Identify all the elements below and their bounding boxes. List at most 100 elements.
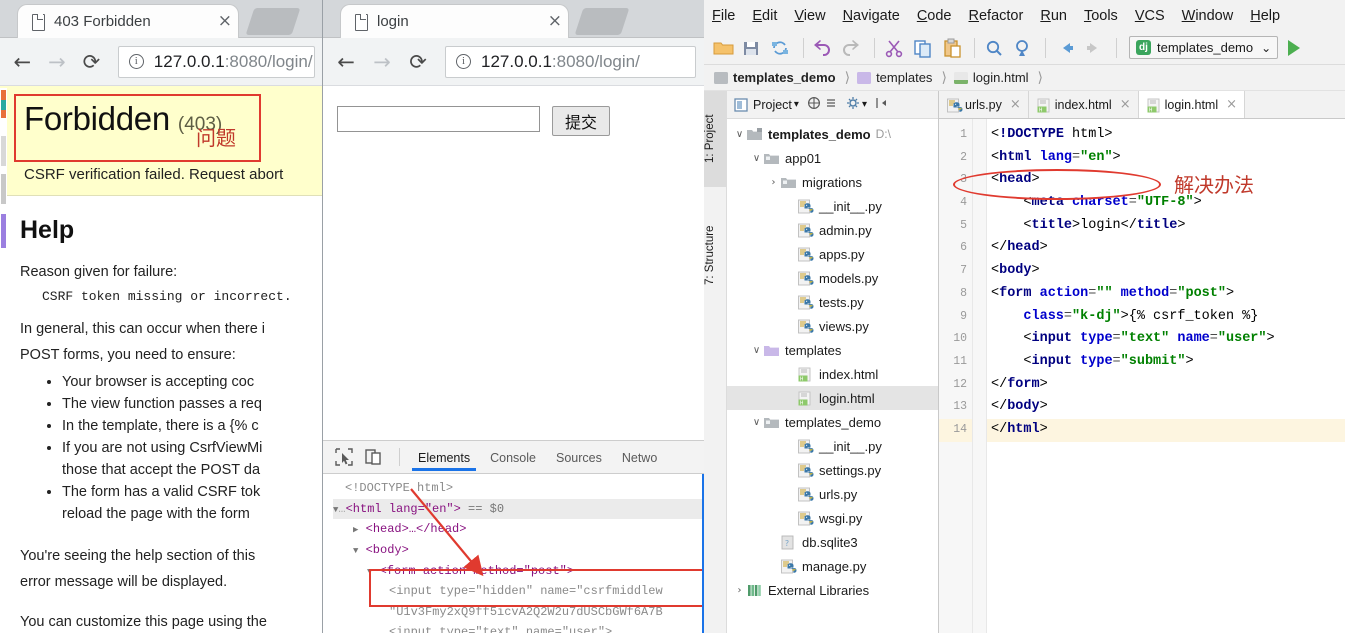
open-folder-icon[interactable] [710,36,737,60]
editor-tab-login-html[interactable]: Hlogin.html × [1138,91,1246,118]
chevron-down-icon[interactable]: ∨ [750,417,763,428]
chevron-right-icon[interactable]: › [733,585,746,596]
inspect-element-icon[interactable] [331,445,357,469]
devtools-tab-elements[interactable]: Elements [408,444,480,471]
forward-icon[interactable]: → [367,47,397,77]
back-icon[interactable]: ← [8,47,37,77]
dom-html-node[interactable]: ▼…<html lang="en"> == $0 [333,498,704,520]
tree-item-admin-py[interactable]: admin.py [727,218,938,242]
menu-item-code[interactable]: Code [917,8,952,24]
tree-item-views-py[interactable]: views.py [727,314,938,338]
menu-item-refactor[interactable]: Refactor [969,8,1024,24]
site-info-icon[interactable]: i [128,54,144,69]
tree-item-db-sqlite3[interactable]: ? db.sqlite3 [727,530,938,554]
code-folding-strip[interactable] [973,119,987,633]
submit-button[interactable]: 提交 [552,106,611,136]
menu-item-help[interactable]: Help [1250,8,1280,24]
back-icon[interactable] [1052,36,1079,60]
code-line[interactable]: <title>login</title> [987,215,1345,238]
tree-item-init-py[interactable]: __init__.py [727,434,938,458]
tree-item-index-html[interactable]: Hindex.html [727,362,938,386]
close-icon[interactable]: × [1226,97,1237,112]
menu-item-edit[interactable]: Edit [752,8,777,24]
menu-item-window[interactable]: Window [1182,8,1234,24]
tree-item-models-py[interactable]: models.py [727,266,938,290]
undo-icon[interactable] [810,36,837,60]
user-input[interactable] [337,106,540,132]
site-info-icon[interactable]: i [456,54,471,69]
code-line[interactable]: <head> [987,169,1345,192]
device-toolbar-icon[interactable] [361,445,387,469]
dom-head-node[interactable]: ▶ <head>…</head> [333,519,704,540]
close-icon[interactable]: × [1010,97,1021,112]
chevron-down-icon[interactable]: ∨ [750,345,763,356]
dom-user-input-node[interactable]: <input type="text" name="user"> [333,622,704,633]
menu-item-file[interactable]: File [712,8,735,24]
browser-tab-login[interactable]: login × [341,5,568,38]
chevron-down-icon[interactable]: ⌄ [1261,41,1271,55]
code-line[interactable]: <input type="submit"> [987,351,1345,374]
tree-item-settings-py[interactable]: settings.py [727,458,938,482]
tree-item-migrations[interactable]: › migrations [727,170,938,194]
chevron-down-icon[interactable]: ∨ [750,153,763,164]
breadcrumb-item-file[interactable]: login.html [953,70,1029,85]
tree-item-login-html[interactable]: Hlogin.html [727,386,938,410]
code-line[interactable]: </html> [987,418,1345,442]
sidebar-item-structure[interactable]: 7: Structure [704,201,727,309]
tree-item-manage-py[interactable]: manage.py [727,554,938,578]
code-line[interactable]: <html lang="en"> [987,147,1345,170]
tree-item-templates-demo[interactable]: ∨ templates_demo [727,410,938,434]
menu-item-navigate[interactable]: Navigate [843,8,900,24]
forward-icon[interactable] [1081,36,1108,60]
save-all-icon[interactable] [739,36,766,60]
tree-item-templates[interactable]: ∨ templates [727,338,938,362]
devtools-tab-network[interactable]: Netwo [612,444,667,471]
code-line[interactable]: <!DOCTYPE html> [987,124,1345,147]
chevron-down-icon[interactable]: ▾ [794,99,799,110]
close-icon[interactable]: × [534,13,562,30]
tree-item-apps-py[interactable]: apps.py [727,242,938,266]
settings-gear-icon[interactable] [846,96,860,113]
address-bar[interactable]: i 127.0.0.1:8080/login/ [445,45,696,78]
run-configuration-selector[interactable]: dj templates_demo ⌄ [1129,36,1279,59]
chevron-down-icon[interactable]: ∨ [733,129,746,140]
chevron-down-icon[interactable]: ▾ [862,99,867,110]
code-line[interactable]: </body> [987,396,1345,419]
dom-body-node[interactable]: ▼ <body> [333,540,704,561]
tree-item-templates-demo[interactable]: ∨ templates_demo D:\ [727,122,938,146]
chevron-right-icon[interactable]: › [767,177,780,188]
devtools-tab-sources[interactable]: Sources [546,444,612,471]
redo-icon[interactable] [839,36,866,60]
back-icon[interactable]: ← [331,47,361,77]
breadcrumb-item-project[interactable]: templates_demo [714,70,836,85]
copy-icon[interactable] [910,36,937,60]
address-bar[interactable]: i 127.0.0.1:8080/login/ [117,45,315,78]
sync-icon[interactable] [768,36,795,60]
code-line[interactable]: <body> [987,260,1345,283]
new-tab-button[interactable] [574,8,630,35]
dom-form-node[interactable]: ▼ <form action method="post"> [333,561,704,582]
tree-item-urls-py[interactable]: urls.py [727,482,938,506]
dom-csrf-input-node[interactable]: <input type="hidden" name="csrfmiddlew [333,581,704,602]
find-replace-icon[interactable] [1010,36,1037,60]
hide-panel-icon[interactable] [875,96,889,113]
code-line[interactable]: class="k-dj">{% csrf_token %} [987,306,1345,329]
find-icon[interactable] [981,36,1008,60]
tree-item-app01[interactable]: ∨ app01 [727,146,938,170]
cut-icon[interactable] [881,36,908,60]
menu-item-vcs[interactable]: VCS [1135,8,1165,24]
breadcrumb-item-templates[interactable]: templates [857,70,932,85]
code-line[interactable]: </head> [987,237,1345,260]
close-icon[interactable]: × [1120,97,1131,112]
menu-item-run[interactable]: Run [1040,8,1067,24]
run-play-icon[interactable] [1288,39,1301,56]
tree-item-external-libraries[interactable]: › External Libraries [727,578,938,602]
menu-item-view[interactable]: View [794,8,825,24]
code-line[interactable]: <form action="" method="post"> [987,283,1345,306]
collapse-icon[interactable] [807,96,821,113]
editor-tab-urls-py[interactable]: urls.py × [939,91,1029,118]
new-tab-button[interactable] [245,8,301,35]
reload-icon[interactable]: ⟳ [77,47,106,77]
sidebar-item-project[interactable]: 1: Project [704,91,727,187]
paste-icon[interactable] [939,36,966,60]
